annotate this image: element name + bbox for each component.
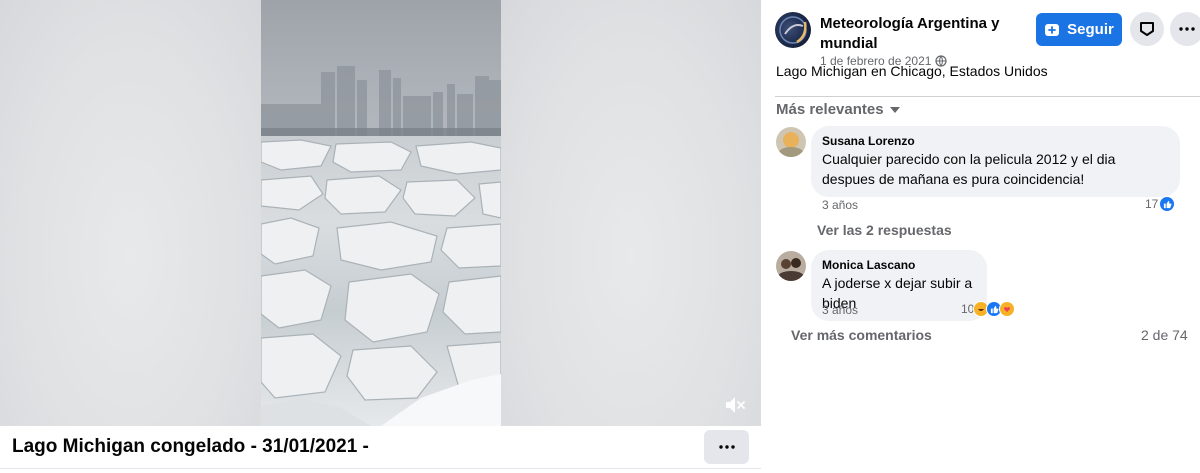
video-caption: Lago Michigan congelado - 31/01/2021 - <box>12 436 369 457</box>
view-more-comments-link[interactable]: Ver más comentarios <box>791 327 932 343</box>
like-icon <box>1159 196 1176 212</box>
speaker-muted-icon <box>726 397 745 413</box>
comment-text: Cualquier parecido con la pelicula 2012 … <box>822 151 1116 187</box>
more-options-button[interactable] <box>1170 12 1200 46</box>
caret-down-icon <box>889 106 900 113</box>
video-frame[interactable] <box>261 0 501 426</box>
comment-author[interactable]: Susana Lorenzo <box>822 133 1168 149</box>
avatar-image <box>776 251 806 281</box>
video-blur-background-left <box>0 0 261 426</box>
comment-bubble: Susana Lorenzo Cualquier parecido con la… <box>811 126 1180 197</box>
follow-button[interactable]: Seguir <box>1036 13 1122 46</box>
mute-button[interactable] <box>722 393 748 417</box>
avatar[interactable] <box>776 251 806 281</box>
video-player[interactable] <box>0 0 761 426</box>
divider <box>775 96 1200 97</box>
page-name[interactable]: Meteorología Argentina y mundial <box>820 14 1020 54</box>
frozen-lake-ice <box>261 136 501 426</box>
caption-more-button[interactable] <box>704 430 749 464</box>
avatar-image <box>776 127 806 157</box>
reaction-summary[interactable]: 17 <box>1145 196 1176 212</box>
save-bookmark-icon <box>1140 22 1154 36</box>
divider <box>0 468 761 469</box>
city-skyline <box>261 66 501 138</box>
video-blur-background-right <box>501 0 761 426</box>
care-icon <box>999 301 1016 317</box>
save-button[interactable] <box>1130 12 1164 46</box>
post-text: Lago Michigan en Chicago, Estados Unidos <box>776 63 1048 79</box>
ellipsis-icon <box>718 445 735 449</box>
add-page-icon <box>1045 23 1060 36</box>
reaction-count: 17 <box>1145 197 1159 211</box>
view-replies-link[interactable]: Ver las 2 respuestas <box>817 222 952 238</box>
reaction-summary[interactable]: 10 <box>961 301 1016 317</box>
avatar[interactable] <box>776 127 806 157</box>
comment-time[interactable]: 3 años <box>822 303 858 317</box>
reaction-count: 10 <box>961 302 975 316</box>
ellipsis-icon <box>1179 27 1195 31</box>
comment-count: 2 de 74 <box>1141 327 1188 343</box>
comment-author[interactable]: Monica Lascano <box>822 257 975 273</box>
post-side-panel: Meteorología Argentina y mundial 1 de fe… <box>761 0 1200 473</box>
follow-label: Seguir <box>1067 21 1114 38</box>
earth-logo-icon <box>779 16 807 44</box>
sort-label: Más relevantes <box>776 101 884 118</box>
page-avatar[interactable] <box>775 12 811 48</box>
comment-sort-dropdown[interactable]: Más relevantes <box>776 101 900 118</box>
comment-time[interactable]: 3 años <box>822 198 858 212</box>
